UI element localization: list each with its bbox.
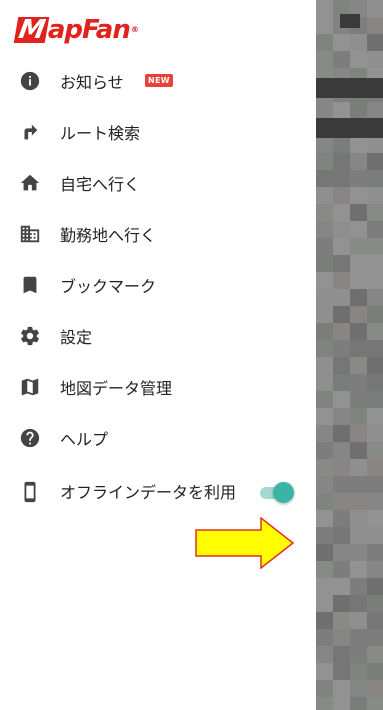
menu-item-map-data-management[interactable]: 地図データ管理 [0, 362, 316, 412]
menu-item-label: 勤務地へ行く [60, 226, 157, 245]
info-icon [19, 70, 41, 92]
menu-item-news[interactable]: お知らせ NEW [0, 56, 316, 106]
menu-item-label: 自宅へ行く [60, 175, 141, 194]
menu-item-go-work[interactable]: 勤務地へ行く [0, 209, 316, 259]
route-turn-icon [19, 121, 41, 143]
menu-item-label: 設定 [60, 328, 93, 347]
menu-item-offline-data[interactable]: オフラインデータを利用 [0, 466, 316, 518]
menu-item-settings[interactable]: 設定 [0, 311, 316, 361]
toggle-thumb [273, 482, 294, 503]
menu-item-route-search[interactable]: ルート検索 [0, 107, 316, 157]
map-icon [19, 376, 41, 398]
menu-item-go-home[interactable]: 自宅へ行く [0, 158, 316, 208]
menu-item-label: お知らせ [60, 73, 124, 92]
menu-item-label: ヘルプ [60, 430, 109, 449]
gear-icon [19, 325, 41, 347]
bookmark-icon [19, 274, 41, 296]
home-icon [19, 172, 41, 194]
annotation-arrow [195, 517, 295, 569]
navigation-drawer: MapFan® お知らせ NEW ルート検索 自宅へ行く 勤務地へ行く ブックマ… [0, 0, 316, 710]
phone-icon [19, 481, 41, 503]
menu-item-label: ブックマーク [60, 277, 157, 296]
new-badge: NEW [145, 74, 173, 87]
menu-item-label: ルート検索 [60, 124, 141, 143]
menu-item-help[interactable]: ヘルプ [0, 413, 316, 463]
mapfan-logo: MapFan® [13, 15, 139, 45]
menu-item-label: オフラインデータを利用 [60, 482, 237, 502]
menu-item-label: 地図データ管理 [60, 379, 173, 398]
help-icon [19, 427, 41, 449]
offline-data-toggle[interactable] [258, 481, 294, 503]
menu-item-bookmarks[interactable]: ブックマーク [0, 260, 316, 310]
office-building-icon [19, 223, 41, 245]
